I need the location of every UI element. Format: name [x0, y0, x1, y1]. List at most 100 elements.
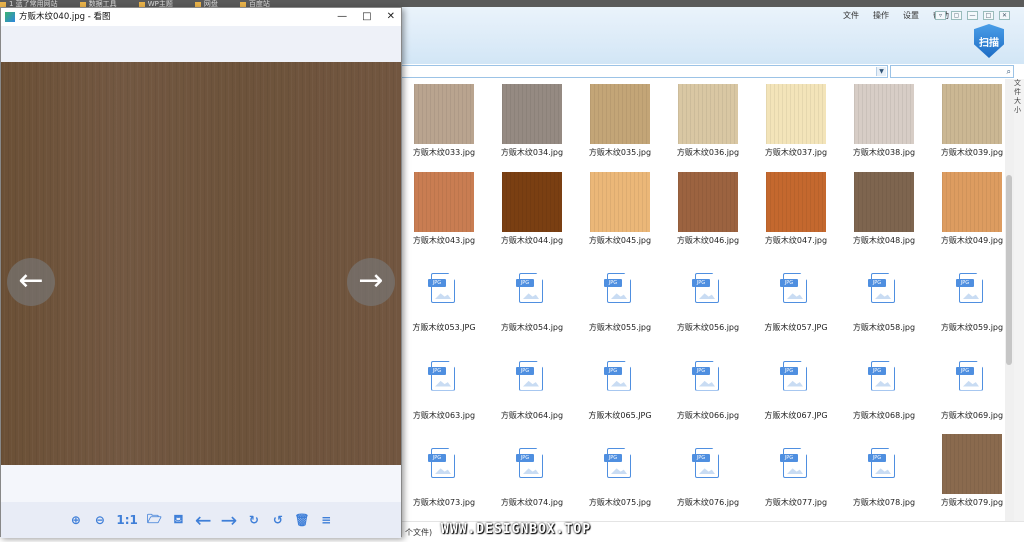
jpg-file-icon: JPG — [428, 448, 455, 478]
file-item[interactable]: 方贩木纹034.jpg — [488, 81, 576, 168]
window-control-icon[interactable]: ✕ — [999, 11, 1010, 20]
next-icon[interactable]: → — [221, 508, 238, 532]
explorer-window-controls: ▿ ▢ — □ ✕ — [935, 11, 1010, 20]
file-item[interactable]: 方贩木纹046.jpg — [664, 169, 752, 256]
file-name: 方贩木纹049.jpg — [940, 235, 1004, 245]
file-name: 方贩木纹034.jpg — [500, 148, 564, 157]
file-item[interactable]: JPG 方贩木纹078.jpg — [840, 431, 928, 518]
file-item[interactable]: JPG 方贩木纹054.jpg — [488, 256, 576, 343]
file-item[interactable]: JPG 方贩木纹077.jpg — [752, 431, 840, 518]
file-item[interactable]: 方贩木纹079.jpg — [928, 431, 1016, 518]
jpg-file-icon: JPG — [692, 448, 719, 478]
jpg-file-icon: JPG — [516, 360, 543, 391]
file-item[interactable]: JPG 方贩木纹066.jpg — [664, 344, 752, 431]
viewer-toolbar: ⊕ ⊖ 1:1 🗁 ⛾ ← → ↻ ↺ 🗑 ≡ — [1, 502, 401, 538]
file-name: 方贩木纹069.jpg — [940, 410, 1004, 420]
file-item[interactable]: JPG 方贩木纹053.JPG — [400, 256, 488, 343]
bookmark-label: 网盘 — [203, 0, 218, 8]
maximize-icon[interactable]: □ — [362, 8, 371, 26]
window-control-icon[interactable]: □ — [983, 11, 994, 20]
window-control-icon[interactable]: ▿ — [935, 11, 946, 20]
jpg-file-icon: JPG — [956, 273, 983, 303]
viewer-titlebar: 方贩木纹040.jpg - 看图 — □ ✕ — [1, 8, 401, 26]
actual-size-icon[interactable]: 1:1 — [116, 513, 138, 527]
file-item[interactable]: JPG 方贩木纹064.jpg — [488, 344, 576, 431]
file-item[interactable]: 方贩木纹044.jpg — [488, 169, 576, 256]
file-name: 方贩木纹039.jpg — [940, 148, 1004, 157]
file-item[interactable]: 方贩木纹043.jpg — [400, 169, 488, 256]
viewer-image[interactable] — [1, 62, 401, 465]
previous-image-button[interactable]: ← — [7, 258, 55, 306]
jpg-file-icon: JPG — [956, 360, 983, 391]
file-item[interactable]: 方贩木纹045.jpg — [576, 169, 664, 256]
file-item[interactable]: JPG 方贩木纹063.jpg — [400, 344, 488, 431]
file-item[interactable]: 方贩木纹038.jpg — [840, 81, 928, 168]
rotate-left-icon[interactable]: ↺ — [270, 513, 285, 527]
menu-item[interactable]: 设置 — [903, 10, 919, 21]
file-name: 方贩木纹035.jpg — [588, 148, 652, 157]
file-item[interactable]: 方贩木纹039.jpg — [928, 81, 1016, 168]
image-thumbnail — [502, 84, 562, 144]
address-bar[interactable]: ▼ — [400, 65, 888, 78]
address-dropdown-icon[interactable]: ▼ — [876, 67, 886, 76]
menu-icon[interactable]: ≡ — [319, 513, 334, 527]
scan-button[interactable]: 扫描 — [974, 24, 1004, 58]
image-thumbnail — [678, 84, 738, 144]
close-icon[interactable]: ✕ — [387, 8, 395, 26]
file-name: 方贩木纹059.jpg — [940, 323, 1004, 332]
file-item[interactable]: JPG 方贩木纹073.jpg — [400, 431, 488, 518]
menu-item[interactable]: 文件 — [843, 10, 859, 21]
next-image-button[interactable]: → — [347, 258, 395, 306]
file-item[interactable]: JPG 方贩木纹074.jpg — [488, 431, 576, 518]
image-thumbnail — [766, 84, 826, 144]
file-item[interactable]: JPG 方贩木纹057.JPG — [752, 256, 840, 343]
image-thumbnail — [590, 171, 650, 232]
open-folder-icon[interactable]: 🗁 — [147, 510, 162, 531]
file-item[interactable]: JPG 方贩木纹065.JPG — [576, 344, 664, 431]
file-item[interactable]: JPG 方贩木纹075.jpg — [576, 431, 664, 518]
jpg-file-icon: JPG — [692, 360, 719, 391]
previous-icon[interactable]: ← — [195, 508, 212, 532]
file-item[interactable]: JPG 方贩木纹068.jpg — [840, 344, 928, 431]
folder-icon — [138, 1, 145, 7]
jpg-file-icon: JPG — [428, 273, 455, 303]
file-item[interactable]: JPG 方贩木纹055.jpg — [576, 256, 664, 343]
minimize-icon[interactable]: — — [337, 8, 347, 26]
image-thumbnail — [942, 84, 1002, 144]
window-control-icon[interactable]: ▢ — [951, 11, 962, 20]
file-item[interactable]: 方贩木纹033.jpg — [400, 81, 488, 168]
file-item[interactable]: JPG 方贩木纹058.jpg — [840, 256, 928, 343]
file-item[interactable]: 方贩木纹048.jpg — [840, 169, 928, 256]
bookmarks-bar: 1 蓝了常用网站 数据工具 WP主题 网盘 百度站 — [0, 0, 1024, 7]
file-name: 方贩木纹078.jpg — [852, 498, 916, 507]
file-name: 方贩木纹056.jpg — [676, 323, 740, 332]
image-thumbnail — [854, 171, 914, 232]
window-control-icon[interactable]: — — [967, 11, 978, 20]
file-name: 方贩木纹043.jpg — [412, 235, 476, 245]
rotate-right-icon[interactable]: ↻ — [246, 513, 261, 527]
file-item[interactable]: 方贩木纹036.jpg — [664, 81, 752, 168]
search-input[interactable]: ⌕ — [890, 65, 1014, 78]
file-name: 方贩木纹067.JPG — [764, 410, 828, 420]
file-item[interactable]: JPG 方贩木纹069.jpg — [928, 344, 1016, 431]
file-item[interactable]: JPG 方贩木纹067.JPG — [752, 344, 840, 431]
file-item[interactable]: 方贩木纹037.jpg — [752, 81, 840, 168]
file-item[interactable]: JPG 方贩木纹056.jpg — [664, 256, 752, 343]
file-item[interactable]: JPG 方贩木纹059.jpg — [928, 256, 1016, 343]
file-item[interactable]: 方贩木纹047.jpg — [752, 169, 840, 256]
file-name: 方贩木纹063.jpg — [412, 410, 476, 420]
file-name: 方贩木纹036.jpg — [676, 148, 740, 157]
file-item[interactable]: 方贩木纹035.jpg — [576, 81, 664, 168]
bookmark-label: WP主题 — [147, 0, 173, 8]
slideshow-icon[interactable]: ⛾ — [171, 512, 186, 528]
file-item[interactable]: 方贩木纹049.jpg — [928, 169, 1016, 256]
zoom-out-icon[interactable]: ⊖ — [92, 513, 107, 527]
file-name: 方贩木纹077.jpg — [764, 498, 828, 507]
file-name: 方贩木纹046.jpg — [676, 235, 740, 245]
zoom-in-icon[interactable]: ⊕ — [68, 513, 83, 527]
image-viewer-window: 方贩木纹040.jpg - 看图 — □ ✕ ← → ⊕ ⊖ 1:1 🗁 ⛾ ← → ↻ ↺ 🗑 ≡ — [0, 7, 402, 538]
menu-item[interactable]: 操作 — [873, 10, 889, 21]
file-item[interactable]: JPG 方贩木纹076.jpg — [664, 431, 752, 518]
delete-icon[interactable]: 🗑 — [294, 513, 309, 527]
search-icon[interactable]: ⌕ — [1007, 67, 1011, 77]
